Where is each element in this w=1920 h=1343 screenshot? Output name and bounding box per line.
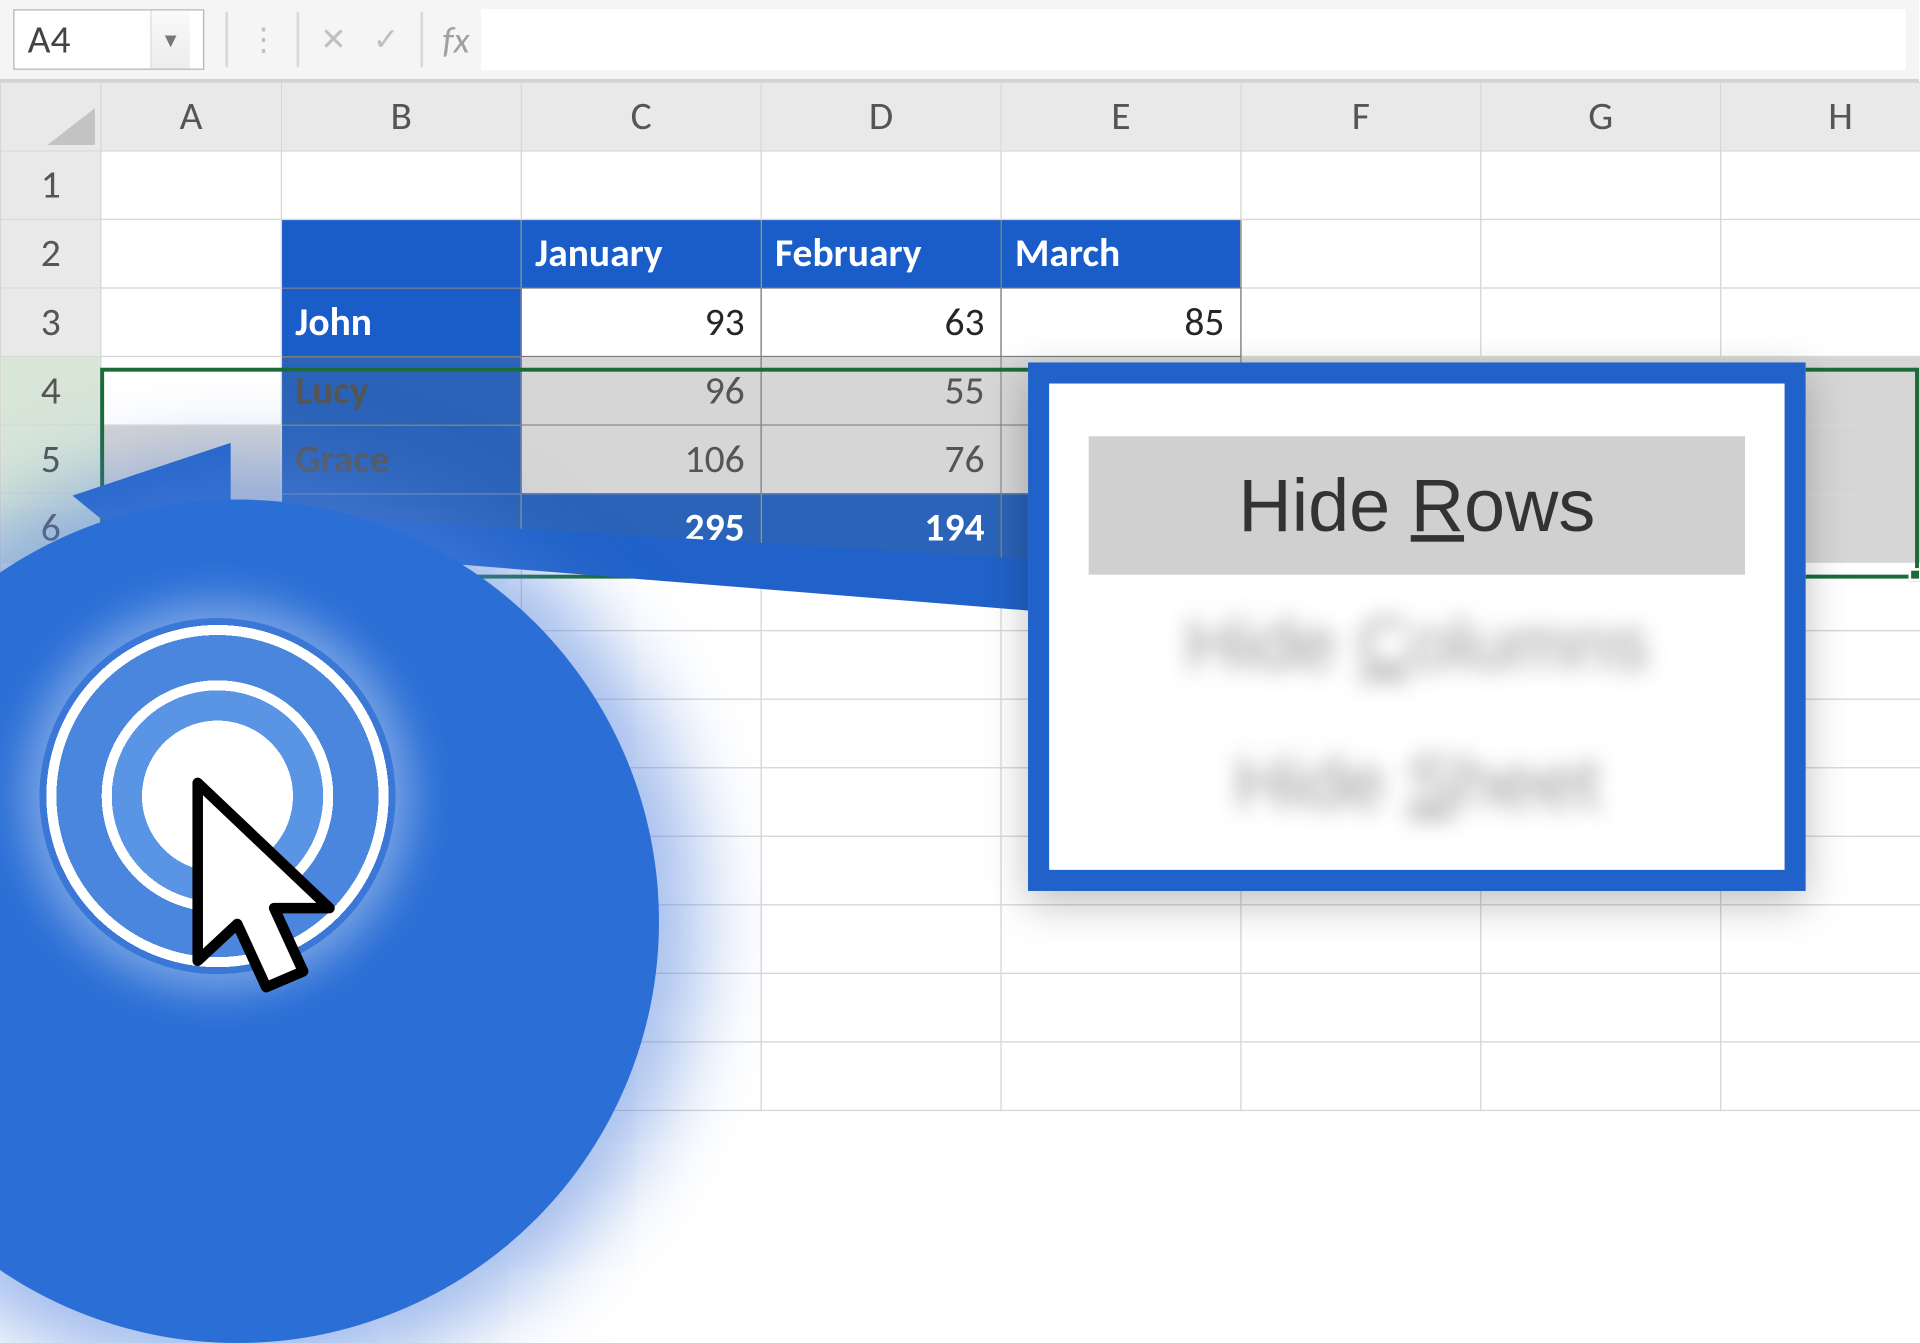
cell[interactable] bbox=[761, 905, 1001, 974]
menu-label-accel: R bbox=[1411, 464, 1464, 547]
name-box[interactable]: A4 ▾ bbox=[13, 9, 204, 70]
cell[interactable] bbox=[521, 151, 761, 220]
total-feb[interactable]: 194 bbox=[761, 494, 1001, 563]
cell[interactable] bbox=[761, 631, 1001, 700]
col-header-a[interactable]: A bbox=[101, 82, 282, 151]
select-all-corner[interactable] bbox=[1, 82, 101, 151]
cell[interactable] bbox=[1001, 905, 1241, 974]
menu-label-pre: Hide bbox=[1185, 602, 1357, 685]
cell[interactable] bbox=[1481, 151, 1721, 220]
cell[interactable] bbox=[761, 1042, 1001, 1111]
menu-label-post: ows bbox=[1464, 464, 1595, 547]
row-header-1[interactable]: 1 bbox=[1, 151, 101, 220]
row-header-5[interactable]: 5 bbox=[1, 425, 101, 494]
cell[interactable] bbox=[1481, 219, 1721, 288]
menu-item-hide-sheet[interactable]: Hide Sheet bbox=[1089, 713, 1745, 851]
cell[interactable] bbox=[1481, 973, 1721, 1042]
cell[interactable] bbox=[101, 357, 282, 426]
val-john-jan[interactable]: 93 bbox=[521, 288, 761, 357]
cell[interactable] bbox=[1241, 905, 1481, 974]
cell[interactable] bbox=[1721, 973, 1920, 1042]
menu-label-accel: S bbox=[1407, 741, 1456, 824]
table-header-feb[interactable]: February bbox=[761, 219, 1001, 288]
val-grace-jan[interactable]: 106 bbox=[521, 425, 761, 494]
col-header-h[interactable]: H bbox=[1721, 82, 1920, 151]
divider bbox=[420, 12, 423, 67]
val-lucy-jan[interactable]: 96 bbox=[521, 357, 761, 426]
cell[interactable] bbox=[1241, 288, 1481, 357]
divider bbox=[297, 12, 300, 67]
cell[interactable] bbox=[521, 562, 761, 631]
menu-label-accel: C bbox=[1357, 602, 1410, 685]
name-box-value: A4 bbox=[28, 15, 143, 64]
cell[interactable] bbox=[761, 836, 1001, 905]
table-header-jan[interactable]: January bbox=[521, 219, 761, 288]
cell[interactable] bbox=[281, 151, 521, 220]
cell[interactable] bbox=[1001, 973, 1241, 1042]
cell[interactable] bbox=[761, 151, 1001, 220]
cell[interactable] bbox=[1481, 905, 1721, 974]
name-john[interactable]: John bbox=[281, 288, 521, 357]
fx-icon[interactable]: fx bbox=[431, 16, 481, 62]
col-header-e[interactable]: E bbox=[1001, 82, 1241, 151]
name-grace[interactable]: Grace bbox=[281, 425, 521, 494]
val-john-mar[interactable]: 85 bbox=[1001, 288, 1241, 357]
cell[interactable] bbox=[1721, 288, 1920, 357]
val-lucy-feb[interactable]: 55 bbox=[761, 357, 1001, 426]
menu-label-pre: Hide bbox=[1238, 464, 1410, 547]
cell[interactable] bbox=[1481, 288, 1721, 357]
cell[interactable] bbox=[101, 425, 282, 494]
cell[interactable] bbox=[761, 973, 1001, 1042]
row-header-2[interactable]: 2 bbox=[1, 219, 101, 288]
confirm-formula-icon[interactable]: ✓ bbox=[360, 20, 413, 58]
hide-menu-popup: Hide Rows Hide Columns Hide Sheet bbox=[1028, 362, 1806, 891]
cell[interactable] bbox=[1481, 1042, 1721, 1111]
row-header-3[interactable]: 3 bbox=[1, 288, 101, 357]
cell[interactable] bbox=[761, 699, 1001, 768]
total-jan[interactable]: 295 bbox=[521, 494, 761, 563]
col-header-b[interactable]: B bbox=[281, 82, 521, 151]
col-header-f[interactable]: F bbox=[1241, 82, 1481, 151]
name-lucy[interactable]: Lucy bbox=[281, 357, 521, 426]
cell[interactable] bbox=[101, 151, 282, 220]
row-header-4[interactable]: 4 bbox=[1, 357, 101, 426]
cell[interactable] bbox=[1241, 219, 1481, 288]
cell[interactable] bbox=[761, 562, 1001, 631]
formula-input[interactable] bbox=[481, 9, 1906, 70]
cell[interactable] bbox=[1241, 151, 1481, 220]
cell[interactable] bbox=[1721, 1042, 1920, 1111]
menu-label-pre: Hide bbox=[1234, 741, 1406, 824]
cell[interactable] bbox=[1721, 151, 1920, 220]
table-header-blank[interactable] bbox=[281, 219, 521, 288]
col-header-d[interactable]: D bbox=[761, 82, 1001, 151]
menu-label-post: olumns bbox=[1411, 602, 1649, 685]
cell[interactable] bbox=[761, 768, 1001, 837]
cell[interactable] bbox=[1241, 973, 1481, 1042]
col-header-c[interactable]: C bbox=[521, 82, 761, 151]
table-header-mar[interactable]: March bbox=[1001, 219, 1241, 288]
more-options-icon[interactable]: ⋮ bbox=[236, 20, 289, 58]
col-header-g[interactable]: G bbox=[1481, 82, 1721, 151]
cell[interactable] bbox=[101, 219, 282, 288]
cell[interactable] bbox=[101, 288, 282, 357]
divider bbox=[225, 12, 228, 67]
formula-bar: A4 ▾ ⋮ ✕ ✓ fx bbox=[0, 0, 1919, 82]
name-box-dropdown-icon[interactable]: ▾ bbox=[150, 11, 190, 69]
cell[interactable] bbox=[1001, 151, 1241, 220]
cell[interactable] bbox=[1721, 219, 1920, 288]
cancel-formula-icon[interactable]: ✕ bbox=[307, 20, 360, 58]
cursor-icon bbox=[185, 776, 370, 1013]
menu-item-hide-columns[interactable]: Hide Columns bbox=[1089, 575, 1745, 713]
val-grace-feb[interactable]: 76 bbox=[761, 425, 1001, 494]
val-john-feb[interactable]: 63 bbox=[761, 288, 1001, 357]
cell[interactable] bbox=[1721, 905, 1920, 974]
menu-label-post: heet bbox=[1456, 741, 1600, 824]
cell[interactable] bbox=[1241, 1042, 1481, 1111]
menu-item-hide-rows[interactable]: Hide Rows bbox=[1089, 436, 1745, 574]
cell[interactable] bbox=[1001, 1042, 1241, 1111]
